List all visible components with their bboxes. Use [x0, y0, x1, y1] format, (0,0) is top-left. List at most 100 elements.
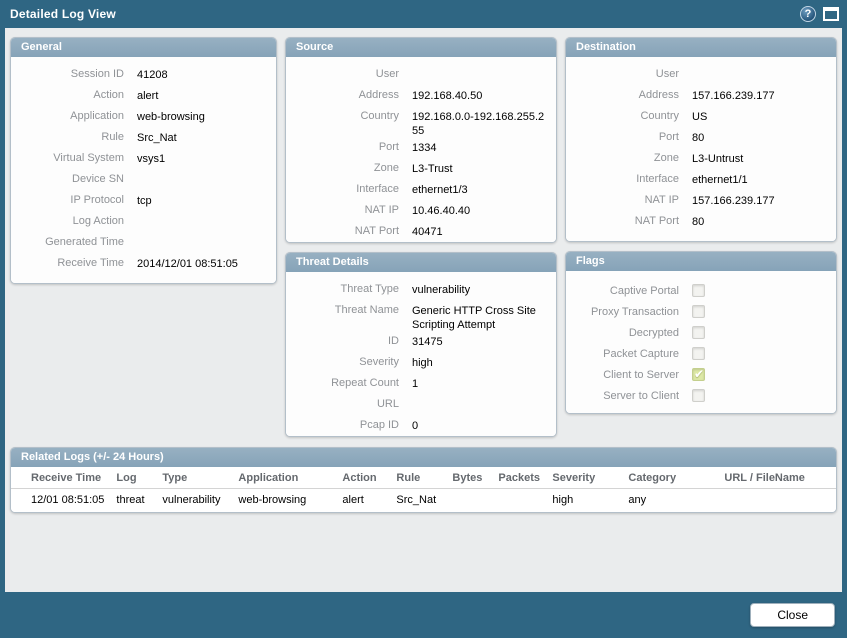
- dialog-title: Detailed Log View: [10, 7, 800, 21]
- field-label: User: [294, 65, 412, 80]
- field-value: 40471: [412, 222, 546, 239]
- field-label: Session ID: [19, 65, 137, 80]
- field-label: User: [574, 65, 692, 80]
- field-label: Zone: [294, 159, 412, 174]
- flag-decrypted: Decrypted: [574, 321, 826, 342]
- col-category: Category: [622, 467, 718, 489]
- field-threat-type: Threat Typevulnerability: [294, 280, 546, 301]
- field-country: CountryUS: [574, 107, 826, 128]
- field-value: [137, 212, 266, 215]
- field-label: Threat Name: [294, 301, 412, 316]
- field-interface: Interfaceethernet1/1: [574, 170, 826, 191]
- field-value: 192.168.40.50: [412, 86, 546, 103]
- column-left: General Session ID41208 Actionalert Appl…: [10, 37, 277, 437]
- field-label: Port: [294, 138, 412, 153]
- field-zone: ZoneL3-Trust: [294, 159, 546, 180]
- col-url-filename: URL / FileName: [718, 467, 836, 489]
- close-button[interactable]: Close: [750, 603, 835, 627]
- field-value: [137, 233, 266, 236]
- cell-severity: high: [546, 489, 622, 513]
- field-label: Pcap ID: [294, 416, 412, 431]
- col-packets: Packets: [492, 467, 546, 489]
- field-label: NAT Port: [574, 212, 692, 227]
- field-value: 80: [692, 128, 826, 145]
- field-label: Generated Time: [19, 233, 137, 248]
- field-value: US: [692, 107, 826, 124]
- field-value: Src_Nat: [137, 128, 266, 145]
- field-value: 192.168.0.0-192.168.255.255: [412, 107, 546, 138]
- field-value: ethernet1/1: [692, 170, 826, 187]
- field-value: L3-Untrust: [692, 149, 826, 166]
- cell-type: vulnerability: [156, 489, 232, 513]
- field-country: Country192.168.0.0-192.168.255.255: [294, 107, 546, 138]
- field-ip-protocol: IP Protocoltcp: [19, 191, 266, 212]
- panel-related-logs: Related Logs (+/- 24 Hours) Receive Time…: [10, 447, 837, 513]
- field-label: Threat Type: [294, 280, 412, 295]
- maximize-icon[interactable]: [823, 7, 839, 21]
- field-label: Application: [19, 107, 137, 122]
- field-label: Rule: [19, 128, 137, 143]
- field-value: 2014/12/01 08:51:05: [137, 254, 266, 271]
- field-value: tcp: [137, 191, 266, 208]
- col-bytes: Bytes: [446, 467, 492, 489]
- field-receive-time: Receive Time2014/12/01 08:51:05: [19, 254, 266, 275]
- field-label: IP Protocol: [19, 191, 137, 206]
- panel-flags-title: Flags: [566, 252, 836, 271]
- field-value: alert: [137, 86, 266, 103]
- field-application: Applicationweb-browsing: [19, 107, 266, 128]
- field-label: NAT Port: [294, 222, 412, 237]
- field-label: Severity: [294, 353, 412, 368]
- panel-general-body: Session ID41208 Actionalert Applicationw…: [11, 57, 276, 283]
- field-label: Virtual System: [19, 149, 137, 164]
- table-row[interactable]: 12/01 08:51:05 threat vulnerability web-…: [11, 489, 836, 513]
- field-generated-time: Generated Time: [19, 233, 266, 254]
- server-to-client-checkbox: [692, 389, 705, 402]
- field-severity: Severityhigh: [294, 353, 546, 374]
- captive-portal-checkbox: [692, 284, 705, 297]
- col-action: Action: [336, 467, 390, 489]
- field-port: Port80: [574, 128, 826, 149]
- decrypted-checkbox: [692, 326, 705, 339]
- field-zone: ZoneL3-Untrust: [574, 149, 826, 170]
- field-user: User: [574, 65, 826, 86]
- field-session-id: Session ID41208: [19, 65, 266, 86]
- flag-server-to-client: Server to Client: [574, 384, 826, 405]
- field-user: User: [294, 65, 546, 86]
- field-label: NAT IP: [294, 201, 412, 216]
- field-threat-id: ID31475: [294, 332, 546, 353]
- flag-label: Decrypted: [574, 324, 692, 339]
- cell-url-filename: [718, 489, 836, 513]
- cell-packets: [492, 489, 546, 513]
- titlebar-icons: ?: [800, 6, 839, 22]
- dialog-footer: Close: [0, 592, 847, 638]
- panel-threat-details-body: Threat Typevulnerability Threat NameGene…: [286, 272, 556, 437]
- panel-threat-details-title: Threat Details: [286, 253, 556, 272]
- related-logs-table: Receive Time Log Type Application Action…: [11, 467, 836, 512]
- field-port: Port1334: [294, 138, 546, 159]
- field-device-sn: Device SN: [19, 170, 266, 191]
- dialog-content: General Session ID41208 Actionalert Appl…: [5, 28, 842, 592]
- field-repeat-count: Repeat Count1: [294, 374, 546, 395]
- field-action: Actionalert: [19, 86, 266, 107]
- cell-bytes: [446, 489, 492, 513]
- field-value: 1334: [412, 138, 546, 155]
- field-value: ethernet1/3: [412, 180, 546, 197]
- table-header-row: Receive Time Log Type Application Action…: [11, 467, 836, 489]
- field-value: web-browsing: [137, 107, 266, 124]
- client-to-server-checkbox: [692, 368, 705, 381]
- field-label: Address: [294, 86, 412, 101]
- panel-destination-title: Destination: [566, 38, 836, 57]
- field-threat-name: Threat NameGeneric HTTP Cross Site Scrip…: [294, 301, 546, 332]
- flag-label: Server to Client: [574, 387, 692, 402]
- cell-receive-time: 12/01 08:51:05: [11, 489, 110, 513]
- help-icon[interactable]: ?: [800, 6, 816, 22]
- panel-source: Source User Address192.168.40.50 Country…: [285, 37, 557, 243]
- field-nat-ip: NAT IP157.166.239.177: [574, 191, 826, 212]
- panel-source-body: User Address192.168.40.50 Country192.168…: [286, 57, 556, 243]
- field-value: 0: [412, 416, 546, 433]
- col-severity: Severity: [546, 467, 622, 489]
- panel-destination-body: User Address157.166.239.177 CountryUS Po…: [566, 57, 836, 241]
- field-rule: RuleSrc_Nat: [19, 128, 266, 149]
- field-value: 157.166.239.177: [692, 86, 826, 103]
- field-value: 80: [692, 212, 826, 229]
